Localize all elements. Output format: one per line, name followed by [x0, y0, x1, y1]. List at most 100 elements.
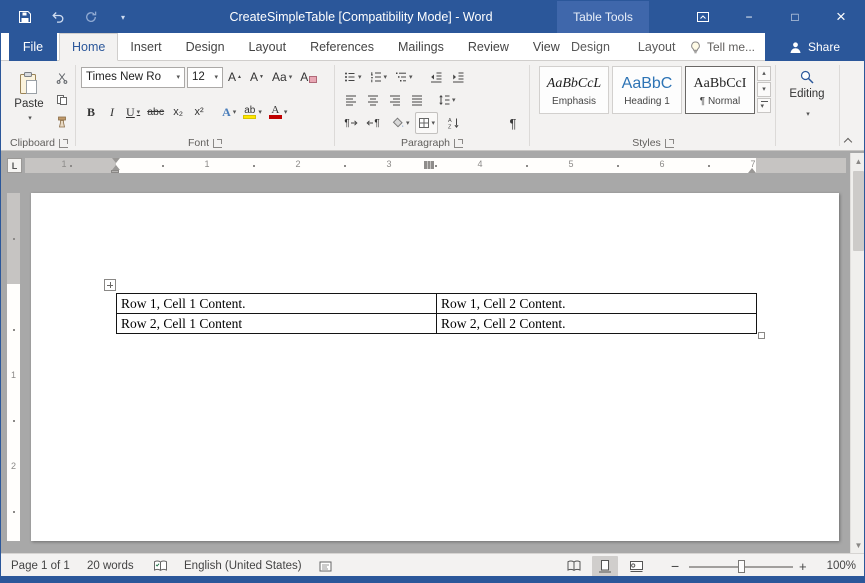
tab-references[interactable]: References [298, 33, 386, 61]
zoom-slider-thumb[interactable] [738, 560, 745, 573]
shrink-font-button[interactable]: A [247, 66, 267, 88]
paragraph-launcher[interactable] [454, 139, 463, 148]
tab-layout[interactable]: Layout [237, 33, 299, 61]
paste-dropdown[interactable] [26, 111, 32, 123]
styles-scroll-down-button[interactable]: ▾ [757, 82, 771, 97]
bold-button[interactable]: B [81, 101, 101, 123]
format-painter-button[interactable] [51, 111, 73, 133]
right-indent-marker[interactable] [748, 168, 756, 173]
tab-tabletools-layout[interactable]: Layout [624, 33, 690, 61]
table-column-marker[interactable] [424, 161, 434, 169]
increase-indent-button[interactable] [448, 66, 468, 88]
paste-button[interactable]: Paste [7, 66, 51, 132]
show-formatting-marks-button[interactable]: ¶ [503, 112, 523, 134]
tab-review[interactable]: Review [456, 33, 521, 61]
clear-formatting-button[interactable]: A [297, 66, 320, 88]
status-language[interactable]: English (United States) [184, 554, 302, 578]
status-macro-record[interactable] [319, 554, 332, 578]
borders-button[interactable] [415, 112, 439, 134]
ribbon-display-options-button[interactable] [680, 1, 726, 33]
change-case-button[interactable]: Aa [269, 66, 295, 88]
decrease-indent-button[interactable] [426, 66, 446, 88]
left-indent-marker[interactable] [111, 170, 119, 173]
font-size-combo[interactable]: 12 [187, 67, 223, 88]
tab-insert[interactable]: Insert [118, 33, 173, 61]
document-table[interactable]: Row 1, Cell 1 Content. Row 1, Cell 2 Con… [116, 293, 757, 334]
style-card-normal[interactable]: AaBbCcI ¶ Normal [685, 66, 755, 114]
table-cell-r2c2[interactable]: Row 2, Cell 2 Content. [437, 314, 757, 334]
save-button[interactable] [11, 1, 39, 33]
subscript-button[interactable]: x₂ [168, 101, 188, 123]
grow-font-button[interactable]: A [225, 66, 245, 88]
view-read-mode-button[interactable] [561, 556, 587, 577]
table-cell-r1c1[interactable]: Row 1, Cell 1 Content. [117, 294, 437, 314]
editing-button[interactable]: Editing [777, 69, 837, 121]
zoom-in-button[interactable]: + [799, 554, 807, 578]
justify-button[interactable] [407, 89, 427, 111]
paste-icon [16, 71, 42, 97]
line-spacing-button[interactable] [435, 89, 459, 111]
copy-icon [56, 94, 68, 106]
table-move-handle[interactable] [104, 279, 116, 291]
tab-home[interactable]: Home [59, 33, 118, 61]
underline-button[interactable]: U [123, 101, 143, 123]
cut-button[interactable] [51, 67, 73, 89]
sort-button[interactable]: AZ [444, 112, 464, 134]
tab-file[interactable]: File [9, 33, 57, 61]
status-page-count[interactable]: Page 1 of 1 [11, 554, 70, 578]
bullets-button[interactable] [341, 66, 365, 88]
style-card-emphasis[interactable]: AaBbCcL Emphasis [539, 66, 609, 114]
font-color-button[interactable]: A [266, 101, 291, 123]
rtl-text-direction-button[interactable]: ¶ [363, 112, 383, 134]
align-left-button[interactable] [341, 89, 361, 111]
table-resize-handle[interactable] [758, 332, 765, 339]
zoom-out-button[interactable]: − [671, 554, 679, 578]
undo-button[interactable] [43, 1, 71, 33]
superscript-button[interactable]: x² [189, 101, 209, 123]
share-button[interactable]: Share [765, 33, 864, 61]
styles-more-button[interactable]: ▾ [757, 98, 771, 113]
multilevel-list-button[interactable] [392, 66, 416, 88]
qat-customize-button[interactable] [109, 1, 137, 33]
redo-button[interactable] [77, 1, 105, 33]
italic-button[interactable]: I [102, 101, 122, 123]
tab-mailings[interactable]: Mailings [386, 33, 456, 61]
tellme-button[interactable]: Tell me... [689, 33, 755, 61]
tab-design[interactable]: Design [174, 33, 237, 61]
clipboard-launcher[interactable] [59, 139, 68, 148]
scroll-down-button[interactable]: ▼ [851, 537, 865, 553]
strikethrough-button[interactable]: abc [144, 101, 167, 123]
maximize-button[interactable]: □ [772, 1, 818, 33]
ltr-text-direction-button[interactable]: ¶ [341, 112, 361, 134]
styles-launcher[interactable] [665, 139, 674, 148]
vertical-scrollbar[interactable]: ▲ ▼ [850, 153, 865, 553]
styles-scroll-up-button[interactable]: ▴ [757, 66, 771, 81]
view-web-layout-button[interactable] [623, 556, 649, 577]
font-launcher[interactable] [213, 139, 222, 148]
collapse-ribbon-button[interactable] [844, 136, 852, 144]
shading-button[interactable] [389, 112, 413, 134]
copy-button[interactable] [51, 89, 73, 111]
document-page[interactable]: Row 1, Cell 1 Content. Row 1, Cell 2 Con… [31, 193, 839, 541]
close-button[interactable]: × [818, 1, 864, 33]
status-word-count[interactable]: 20 words [87, 554, 134, 578]
zoom-percentage[interactable]: 100% [827, 554, 856, 578]
style-card-heading1[interactable]: AaBbC Heading 1 [612, 66, 682, 114]
tab-tabletools-design[interactable]: Design [557, 33, 624, 61]
view-print-layout-button[interactable] [592, 556, 618, 577]
status-proofing[interactable] [153, 554, 168, 578]
horizontal-ruler[interactable]: 1 1 2 3 4 5 6 7 [25, 158, 846, 173]
align-right-button[interactable] [385, 89, 405, 111]
highlight-button[interactable]: ab [240, 101, 265, 123]
first-line-indent-marker[interactable] [112, 158, 120, 163]
scrollbar-thumb[interactable] [853, 171, 864, 251]
font-family-combo[interactable]: Times New Ro [81, 67, 185, 88]
align-center-button[interactable] [363, 89, 383, 111]
table-cell-r2c1[interactable]: Row 2, Cell 1 Content [117, 314, 437, 334]
tab-stop-selector[interactable]: L [7, 158, 22, 173]
text-effects-button[interactable]: A [219, 101, 239, 123]
minimize-button[interactable]: − [726, 1, 772, 33]
table-cell-r1c2[interactable]: Row 1, Cell 2 Content. [437, 294, 757, 314]
numbering-button[interactable] [367, 66, 391, 88]
scroll-up-button[interactable]: ▲ [851, 153, 865, 169]
